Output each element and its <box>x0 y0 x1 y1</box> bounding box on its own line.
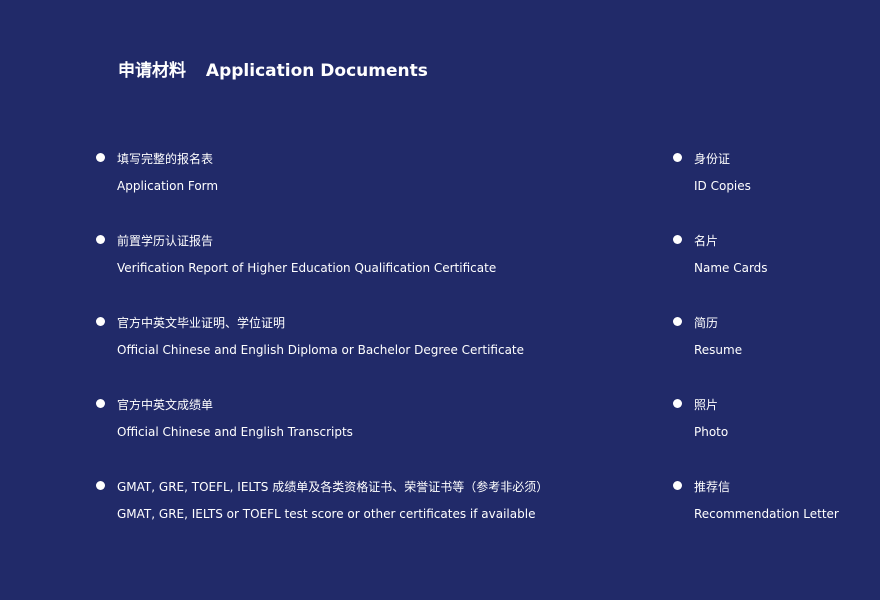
list-item: GMAT, GRE, TOEFL, IELTS 成绩单及各类资格证书、荣誉证书等… <box>96 478 548 560</box>
item-label-en: GMAT, GRE, IELTS or TOEFL test score or … <box>117 507 536 521</box>
list-item: 照片 Photo <box>673 396 839 478</box>
bullet-dot-icon <box>673 399 682 408</box>
bullet-dot-icon <box>96 399 105 408</box>
page-title: 申请材料 Application Documents <box>118 58 428 84</box>
page-title-en: Application Documents <box>205 61 428 81</box>
list-item: 填写完整的报名表 Application Form <box>96 150 548 232</box>
bullet-dot-icon <box>673 153 682 162</box>
list-item: 推荐信 Recommendation Letter <box>673 478 839 560</box>
bullet-dot-icon <box>673 317 682 326</box>
bullet-dot-icon <box>96 481 105 490</box>
list-item: 前置学历认证报告 Verification Report of Higher E… <box>96 232 548 314</box>
list-item: 简历 Resume <box>673 314 839 396</box>
item-label-zh: GMAT, GRE, TOEFL, IELTS 成绩单及各类资格证书、荣誉证书等… <box>117 480 549 494</box>
item-label-en: Official Chinese and English Transcripts <box>117 425 353 439</box>
list-item: 身份证 ID Copies <box>673 150 839 232</box>
item-label-zh: 名片 <box>694 234 719 248</box>
item-label-en: Verification Report of Higher Education … <box>117 261 497 275</box>
item-label-en: Resume <box>694 343 743 357</box>
list-item: 名片 Name Cards <box>673 232 839 314</box>
item-label-zh: 推荐信 <box>694 480 731 494</box>
list-item: 官方中英文毕业证明、学位证明 Official Chinese and Engl… <box>96 314 548 396</box>
document-list-right: 身份证 ID Copies 名片 Name Cards 简历 Resume 照片… <box>673 150 839 560</box>
document-list-left: 填写完整的报名表 Application Form 前置学历认证报告 Verif… <box>96 150 548 560</box>
item-label-zh: 简历 <box>694 316 719 330</box>
list-item: 官方中英文成绩单 Official Chinese and English Tr… <box>96 396 548 478</box>
page-title-zh: 申请材料 <box>118 61 186 81</box>
item-label-zh: 填写完整的报名表 <box>117 152 214 166</box>
item-label-en: Name Cards <box>694 261 768 275</box>
bullet-dot-icon <box>96 153 105 162</box>
item-label-zh: 照片 <box>694 398 719 412</box>
item-label-en: Recommendation Letter <box>694 507 839 521</box>
item-label-zh: 前置学历认证报告 <box>117 234 214 248</box>
item-label-zh: 官方中英文毕业证明、学位证明 <box>117 316 286 330</box>
item-label-zh: 身份证 <box>694 152 731 166</box>
bullet-dot-icon <box>673 235 682 244</box>
item-label-en: ID Copies <box>694 179 751 193</box>
item-label-en: Photo <box>694 425 729 439</box>
item-label-zh: 官方中英文成绩单 <box>117 398 214 412</box>
item-label-en: Application Form <box>117 179 219 193</box>
item-label-en: Official Chinese and English Diploma or … <box>117 343 525 357</box>
bullet-dot-icon <box>96 317 105 326</box>
bullet-dot-icon <box>673 481 682 490</box>
bullet-dot-icon <box>96 235 105 244</box>
